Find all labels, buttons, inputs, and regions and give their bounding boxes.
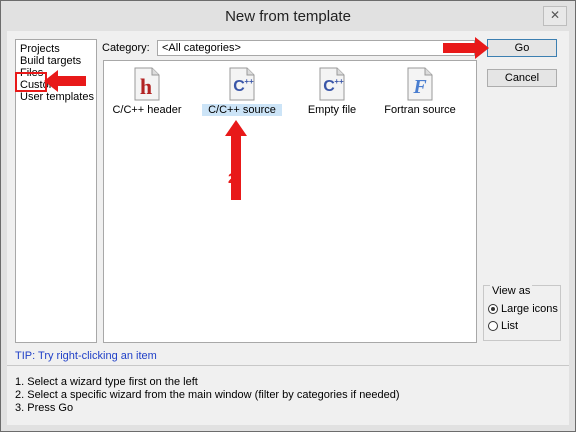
- close-button[interactable]: ✕: [543, 6, 567, 26]
- divider: [7, 365, 569, 366]
- wizard-type-build-targets[interactable]: Build targets: [16, 55, 96, 67]
- template-item-cpp-header[interactable]: h C/C++ header: [107, 67, 187, 116]
- view-as-title: View as: [490, 285, 533, 297]
- wizard-type-user-templates[interactable]: User templates: [16, 91, 96, 103]
- template-item-fortran-source[interactable]: F Fortran source: [380, 67, 460, 116]
- instruction-line: 3. Press Go: [15, 402, 74, 414]
- radio-label: Large icons: [501, 303, 558, 315]
- annotation-number-3: 3: [457, 40, 465, 56]
- arrow-right-icon: [443, 37, 489, 59]
- template-name: C/C++ header: [112, 104, 182, 116]
- go-button[interactable]: Go: [487, 39, 557, 57]
- annotation-number-2: 2: [228, 170, 236, 186]
- svg-text:F: F: [412, 76, 427, 98]
- title-bar: New from template ✕: [1, 1, 575, 31]
- header-file-icon: h: [132, 67, 162, 101]
- template-name: C/C++ source: [202, 104, 282, 116]
- category-select[interactable]: <All categories>: [157, 40, 475, 56]
- large-icons-radio[interactable]: Large icons: [488, 303, 558, 315]
- template-icon-view: h C/C++ header C ++ C/C++ source C ++ Em…: [103, 60, 477, 343]
- view-as-group: View as Large icons List: [483, 285, 561, 341]
- svg-text:++: ++: [334, 77, 344, 86]
- template-name: Fortran source: [384, 104, 456, 116]
- radio-label: List: [501, 320, 519, 332]
- template-name: Empty file: [307, 104, 357, 116]
- highlight-box: [15, 72, 47, 92]
- new-from-template-dialog: New from template ✕ Projects Build targe…: [0, 0, 576, 432]
- empty-file-icon: C ++: [317, 67, 347, 101]
- tip-text: TIP: Try right-clicking an item: [15, 350, 157, 362]
- instruction-line: 2. Select a specific wizard from the mai…: [15, 389, 400, 401]
- arrow-left-icon: [44, 70, 86, 92]
- wizard-type-projects[interactable]: Projects: [16, 43, 96, 55]
- category-label: Category:: [102, 42, 150, 54]
- svg-text:h: h: [140, 74, 152, 99]
- list-radio[interactable]: List: [488, 320, 518, 332]
- cpp-source-icon: C ++: [227, 67, 257, 101]
- radio-selected-icon: [488, 304, 498, 315]
- arrow-up-icon: [225, 120, 247, 200]
- instruction-line: 1. Select a wizard type first on the lef…: [15, 376, 198, 388]
- instructions: 1. Select a wizard type first on the lef…: [15, 376, 400, 415]
- annotation-number-1: 1: [54, 73, 62, 89]
- radio-unselected-icon: [488, 321, 498, 332]
- template-item-cpp-source[interactable]: C ++ C/C++ source: [202, 67, 282, 116]
- fortran-file-icon: F: [405, 67, 435, 101]
- template-item-empty-file[interactable]: C ++ Empty file: [292, 67, 372, 116]
- dialog-body: Projects Build targets Files Custom User…: [7, 31, 569, 425]
- window-title: New from template: [225, 8, 351, 25]
- cancel-button[interactable]: Cancel: [487, 69, 557, 87]
- svg-text:++: ++: [244, 77, 254, 86]
